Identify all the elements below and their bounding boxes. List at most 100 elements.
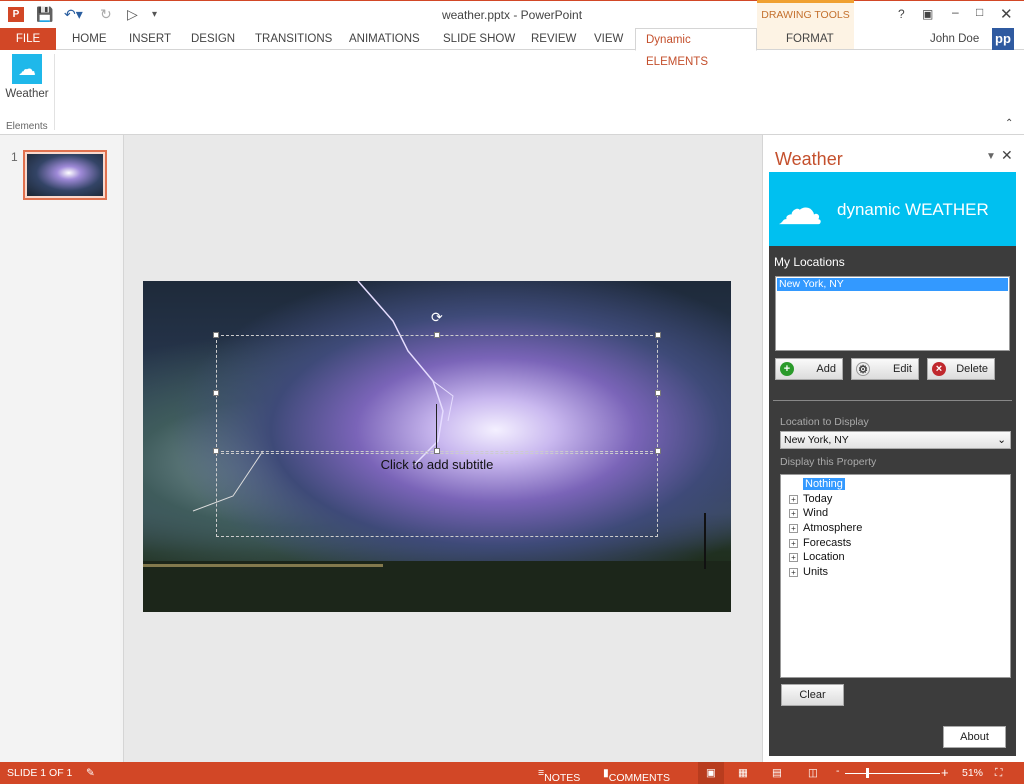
expand-icon[interactable]: + bbox=[789, 509, 798, 518]
drawing-tools-label: DRAWING TOOLS bbox=[757, 9, 854, 21]
expand-icon[interactable]: + bbox=[789, 553, 798, 562]
tab-view[interactable]: VIEW bbox=[588, 28, 629, 50]
tree-item-label: Atmosphere bbox=[803, 522, 862, 534]
resize-handle[interactable] bbox=[434, 448, 440, 454]
fit-to-window-icon[interactable]: ⛶ bbox=[995, 767, 1002, 780]
tab-format[interactable]: FORMAT bbox=[780, 28, 840, 50]
zoom-level[interactable]: 51% bbox=[962, 767, 983, 779]
tab-insert[interactable]: INSERT bbox=[123, 28, 177, 50]
resize-handle[interactable] bbox=[655, 332, 661, 338]
delete-icon: × bbox=[932, 362, 946, 376]
tree-item-location[interactable]: + Location bbox=[781, 550, 1010, 565]
maximize-icon[interactable]: □ bbox=[976, 5, 983, 19]
display-property-label: Display this Property bbox=[780, 456, 876, 468]
resize-handle[interactable] bbox=[655, 448, 661, 454]
banner-title: dynamic WEATHER bbox=[837, 200, 989, 220]
tree-item-forecasts[interactable]: +Forecasts bbox=[781, 536, 1010, 551]
expand-icon[interactable]: + bbox=[789, 568, 798, 577]
title-placeholder[interactable] bbox=[216, 335, 658, 452]
notes-label: NOTES bbox=[544, 772, 580, 784]
weather-button-label: Weather bbox=[4, 88, 50, 100]
about-button[interactable]: About bbox=[943, 726, 1006, 748]
title-bar: P 💾 ↶▾ ↻ ▷ ▾ weather.pptx - PowerPoint ?… bbox=[0, 0, 1024, 28]
close-icon[interactable]: ✕ bbox=[1000, 5, 1013, 23]
tab-file[interactable]: FILE bbox=[0, 28, 56, 50]
tab-slide-show[interactable]: SLIDE SHOW bbox=[437, 28, 521, 50]
property-tree[interactable]: Nothing +Today + Wind + Atmosphere +Foreca… bbox=[780, 474, 1011, 678]
collapse-ribbon-icon[interactable]: ⌃ bbox=[1005, 118, 1013, 129]
clear-button[interactable]: Clear bbox=[781, 684, 844, 706]
my-locations-label: My Locations bbox=[774, 255, 845, 269]
elements-group-label: Elements bbox=[6, 121, 48, 132]
cloud-sun-icon: ☁ bbox=[777, 180, 823, 236]
pane-options-icon[interactable]: ▼ bbox=[986, 151, 996, 162]
slide-canvas[interactable]: Click to add subtitle ⟳ bbox=[143, 281, 731, 612]
tree-item-label: Location bbox=[803, 551, 845, 563]
expand-icon[interactable]: + bbox=[789, 524, 798, 533]
zoom-in-button[interactable]: + bbox=[941, 765, 949, 780]
resize-handle[interactable] bbox=[213, 332, 219, 338]
tree-item-wind[interactable]: + Wind bbox=[781, 506, 1010, 521]
location-item[interactable]: New York, NY bbox=[777, 278, 1008, 291]
locations-list[interactable]: New York, NY bbox=[775, 276, 1010, 351]
delete-button[interactable]: ×Delete bbox=[927, 358, 995, 380]
weather-panel: ☁ dynamic WEATHER My Locations New York,… bbox=[769, 172, 1016, 756]
text-cursor bbox=[436, 404, 437, 452]
tab-design[interactable]: DESIGN bbox=[185, 28, 241, 50]
zoom-slider[interactable] bbox=[845, 773, 940, 774]
reading-view-button[interactable]: ▤ bbox=[772, 767, 782, 779]
zoom-slider-thumb[interactable] bbox=[866, 768, 869, 778]
tab-home[interactable]: HOME bbox=[66, 28, 113, 50]
weather-task-pane: Weather ▼ ✕ ☁ dynamic WEATHER My Locatio… bbox=[762, 135, 1024, 762]
ribbon-display-icon[interactable]: ▣ bbox=[922, 7, 933, 21]
comments-label: COMMENTS bbox=[609, 772, 670, 784]
tree-item-atmosphere[interactable]: + Atmosphere bbox=[781, 521, 1010, 536]
pane-close-icon[interactable]: ✕ bbox=[1001, 147, 1013, 164]
ribbon: ☁ Weather Elements ⌃ bbox=[0, 50, 1024, 135]
edit-button[interactable]: ⚙Edit bbox=[851, 358, 919, 380]
resize-handle[interactable] bbox=[213, 448, 219, 454]
weather-ribbon-button[interactable]: ☁ Weather bbox=[4, 54, 50, 104]
tab-transitions[interactable]: TRANSITIONS bbox=[249, 28, 338, 50]
resize-handle[interactable] bbox=[213, 390, 219, 396]
slide-indicator: SLIDE 1 OF 1 bbox=[7, 767, 72, 779]
tree-item-today[interactable]: +Today bbox=[781, 492, 1010, 507]
resize-handle[interactable] bbox=[434, 332, 440, 338]
slide-sorter-button[interactable]: ▦ bbox=[738, 767, 748, 779]
slide-thumbnails-pane: 1 bbox=[0, 135, 124, 762]
slide-thumbnail[interactable] bbox=[23, 150, 107, 200]
thumbnail-number: 1 bbox=[11, 150, 18, 164]
divider bbox=[773, 400, 1012, 401]
tab-dynamic-elements[interactable]: Dynamic ELEMENTS bbox=[635, 28, 757, 51]
tree-item-units[interactable]: + Units bbox=[781, 565, 1010, 580]
expand-icon[interactable]: + bbox=[789, 495, 798, 504]
comments-button[interactable]: ▮ COMMENTS bbox=[603, 767, 609, 779]
avatar[interactable]: pp bbox=[992, 28, 1014, 50]
expand-icon[interactable]: + bbox=[789, 539, 798, 548]
notes-button[interactable]: ≡ NOTES bbox=[538, 767, 544, 779]
minimize-icon[interactable]: – bbox=[952, 5, 959, 19]
tree-item-label: Nothing bbox=[803, 478, 845, 490]
workspace: 1 Click to add subtitle bbox=[0, 135, 1024, 762]
user-name[interactable]: John Doe bbox=[924, 28, 985, 50]
chevron-down-icon: ⌄ bbox=[997, 432, 1006, 448]
location-to-display-select[interactable]: New York, NY ⌄ bbox=[780, 431, 1011, 449]
rotate-handle-icon[interactable]: ⟳ bbox=[431, 309, 443, 326]
tab-animations[interactable]: ANIMATIONS bbox=[343, 28, 426, 50]
resize-handle[interactable] bbox=[655, 390, 661, 396]
spell-check-icon[interactable]: ✎ bbox=[86, 767, 95, 779]
zoom-out-button[interactable]: - bbox=[836, 765, 840, 777]
status-bar: SLIDE 1 OF 1 ✎ ≡ NOTES ▮ COMMENTS ▣ ▦ ▤ … bbox=[0, 762, 1024, 784]
normal-view-button[interactable]: ▣ bbox=[698, 762, 724, 784]
add-label: Add bbox=[816, 363, 836, 375]
weather-banner: ☁ dynamic WEATHER bbox=[769, 172, 1016, 246]
tree-item-label: Units bbox=[803, 566, 828, 578]
tree-item-label: Wind bbox=[803, 507, 828, 519]
slideshow-view-button[interactable]: ◫ bbox=[808, 767, 818, 779]
tab-review[interactable]: REVIEW bbox=[525, 28, 582, 50]
help-icon[interactable]: ? bbox=[898, 7, 905, 21]
tree-item-nothing[interactable]: Nothing bbox=[781, 477, 1010, 492]
edit-label: Edit bbox=[893, 363, 912, 375]
add-button[interactable]: +Add bbox=[775, 358, 843, 380]
selected-location: New York, NY bbox=[784, 434, 849, 446]
